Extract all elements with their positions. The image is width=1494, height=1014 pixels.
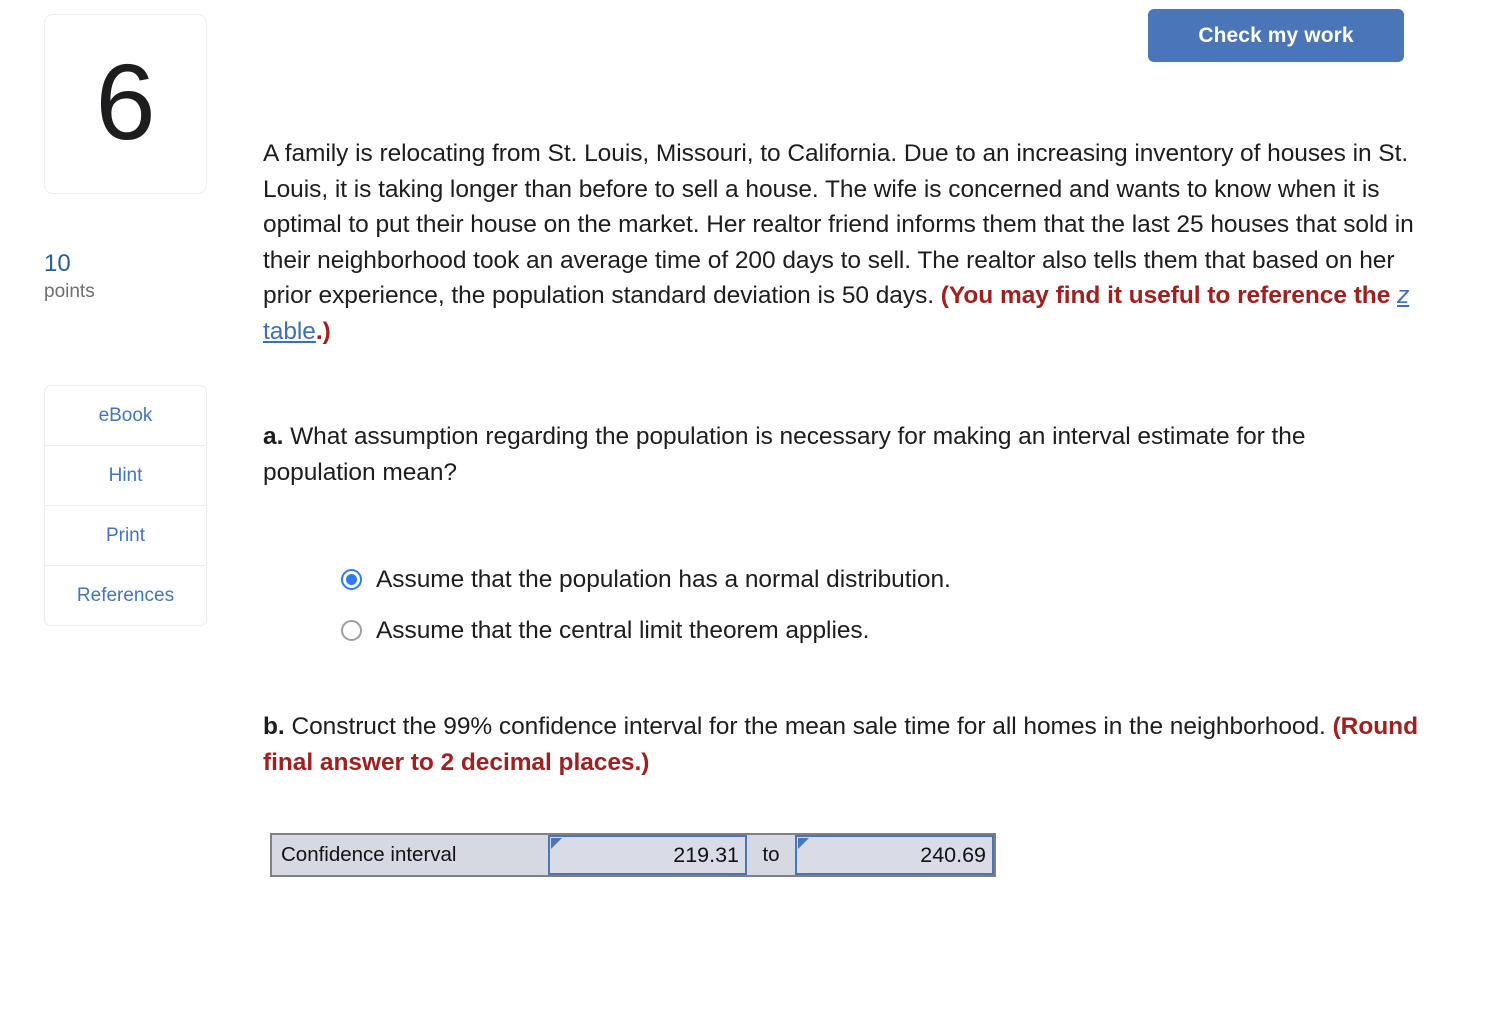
z-table-link-italic: z (1397, 282, 1410, 309)
option-row-normal-distribution[interactable]: Assume that the population has a normal … (341, 554, 1341, 605)
confidence-interval-table: Confidence interval 219.31 to 240.69 (270, 833, 996, 877)
question-number-box: 6 (44, 14, 207, 194)
part-a-marker: a. (263, 423, 284, 450)
part-a-text: What assumption regarding the population… (263, 423, 1306, 486)
radio-normal-distribution[interactable] (341, 569, 362, 590)
tool-button-group: eBook Hint Print References (44, 385, 207, 626)
references-button[interactable]: References (45, 566, 206, 625)
points-block: 10 points (44, 249, 207, 305)
part-b-marker: b. (263, 713, 285, 740)
question-body: A family is relocating from St. Louis, M… (263, 136, 1423, 349)
reference-hint-prefix: (You may find it useful to reference the (940, 282, 1398, 309)
part-b-prompt: b. Construct the 99% confidence interval… (263, 709, 1423, 780)
option-row-central-limit-theorem[interactable]: Assume that the central limit theorem ap… (341, 605, 1341, 656)
part-a-options: Assume that the population has a normal … (341, 554, 1341, 656)
question-content: A family is relocating from St. Louis, M… (263, 136, 1423, 877)
hint-button[interactable]: Hint (45, 446, 206, 506)
part-b-text: Construct the 99% confidence interval fo… (284, 713, 1333, 740)
option-label-central-limit-theorem[interactable]: Assume that the central limit theorem ap… (376, 615, 869, 647)
points-value: 10 (44, 250, 71, 277)
option-label-normal-distribution[interactable]: Assume that the population has a normal … (376, 564, 951, 596)
confidence-interval-row-label: Confidence interval (272, 835, 548, 875)
check-my-work-button[interactable]: Check my work (1148, 9, 1404, 62)
print-button[interactable]: Print (45, 506, 206, 566)
ebook-button[interactable]: eBook (45, 386, 206, 446)
points-label: points (44, 281, 95, 302)
question-page: Check my work 6 10 points eBook Hint Pri… (0, 0, 1494, 1014)
question-number: 6 (95, 41, 156, 162)
radio-central-limit-theorem[interactable] (341, 620, 362, 641)
part-a-prompt: a. What assumption regarding the populat… (263, 419, 1423, 490)
confidence-interval-upper-input[interactable]: 240.69 (795, 835, 994, 875)
reference-hint-suffix: .) (315, 317, 331, 345)
z-table-link-rest: table (263, 317, 316, 345)
confidence-interval-lower-input[interactable]: 219.31 (548, 835, 747, 875)
confidence-interval-separator: to (747, 835, 795, 875)
